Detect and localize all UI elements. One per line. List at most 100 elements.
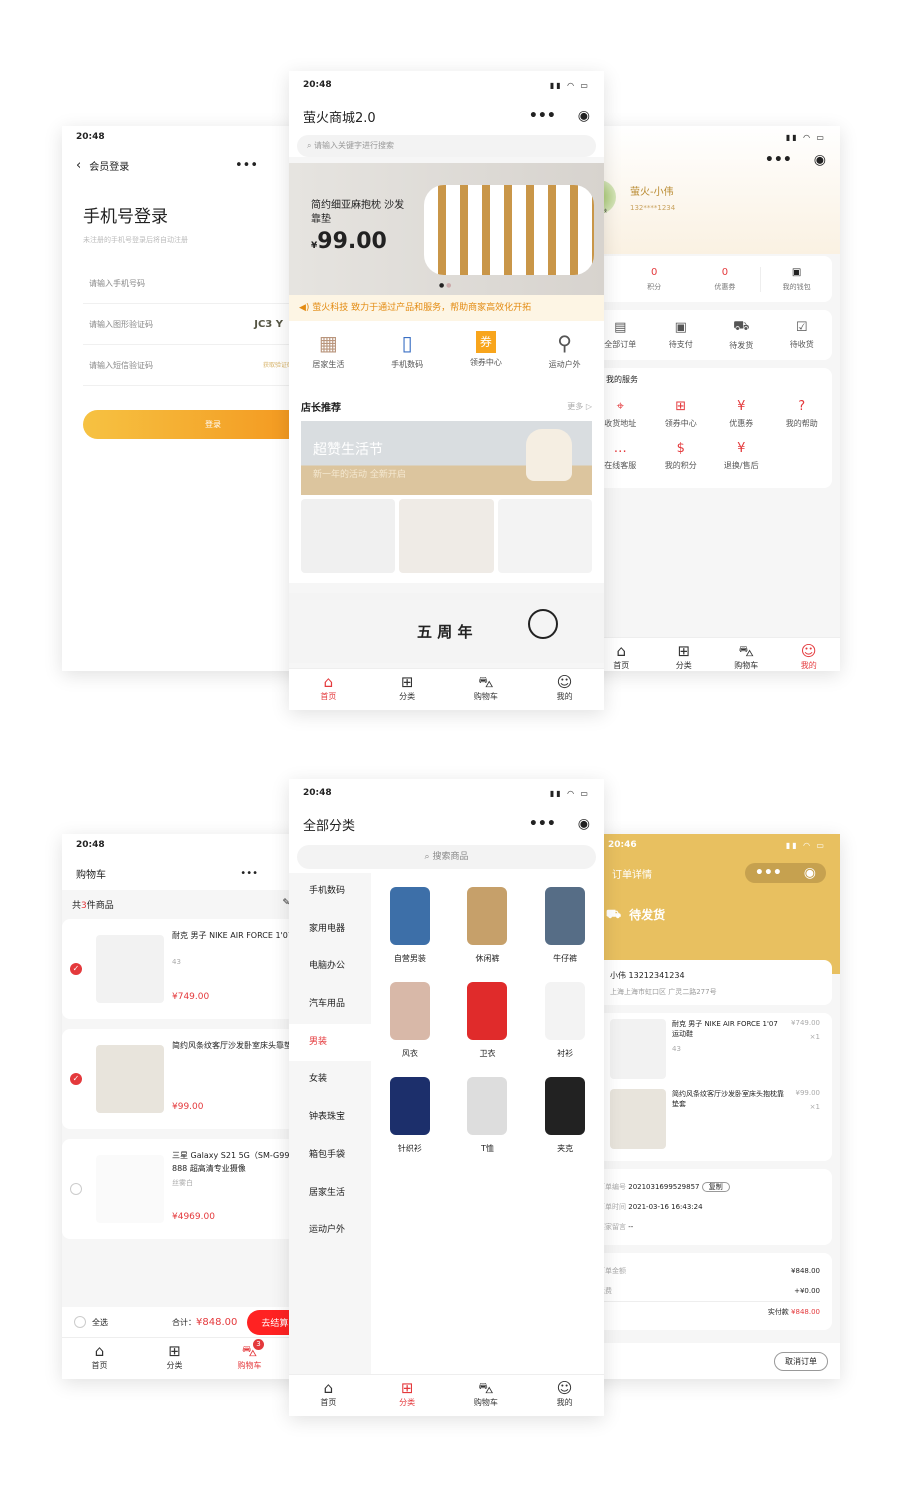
tab-category[interactable]: ⊞ 分类 (653, 638, 716, 671)
more-icon[interactable]: ••• (529, 816, 556, 832)
product-tile[interactable]: 自营男装 (371, 887, 449, 964)
pending-shipment[interactable]: ⛟ 待发货 (711, 319, 772, 351)
stat-points[interactable]: 0 积分 (619, 267, 690, 292)
speaker-icon: ◀) (299, 303, 313, 313)
notice-bar[interactable]: ◀) 萤火科技 致力于通过产品和服务，帮助商家高效化开拓 (289, 295, 604, 321)
tab-category[interactable]: ⊞ 分类 (137, 1338, 212, 1379)
more-icon[interactable]: ••• (240, 868, 258, 879)
tab-mine[interactable]: ☺我的 (525, 669, 604, 710)
nav-title: 会员登录 (89, 161, 130, 173)
paid-amount: ¥848.00 (791, 1308, 820, 1316)
product-blender[interactable] (301, 499, 396, 573)
search-input[interactable]: ⌕ 搜索商品 (297, 845, 596, 869)
item-checkbox[interactable]: ✓ (70, 1073, 82, 1085)
product-tile[interactable]: 风衣 (371, 982, 449, 1059)
more-icon[interactable]: ••• (235, 158, 258, 173)
sidebar-item[interactable]: 手机数码 (289, 873, 371, 911)
service-coupons[interactable]: ¥ 优惠券 (711, 399, 772, 429)
captcha-image[interactable]: JC3 Y (254, 304, 283, 344)
select-all-checkbox[interactable] (74, 1316, 86, 1328)
hero-banner[interactable]: 简约细亚麻抱枕 沙发靠垫 ¥99.00 ● ● (289, 163, 604, 295)
service-help[interactable]: ? 我的帮助 (772, 399, 833, 429)
grid-icon: ⊞ (677, 642, 691, 660)
category-home-living[interactable]: ▦ 居家生活 (289, 331, 368, 389)
category-coupons[interactable]: 券领券中心 (447, 331, 526, 389)
sidebar-item[interactable]: 家用电器 (289, 911, 371, 949)
product-tile[interactable]: 牛仔裤 (526, 887, 604, 964)
service-points[interactable]: $ 我的积分 (651, 441, 712, 471)
back-icon[interactable]: ‹ (76, 158, 81, 173)
close-target-icon[interactable]: ◉ (804, 865, 816, 881)
category-outdoor[interactable]: ⚲ 运动户外 (525, 331, 604, 389)
product-tile[interactable]: 针织衫 (371, 1077, 449, 1154)
more-link[interactable]: 更多 ▷ (567, 401, 592, 412)
category-phones[interactable]: ▯ 手机数码 (368, 331, 447, 389)
status-icons: ▮▮ ◠ ▭ (785, 132, 826, 142)
search-input[interactable]: ⌕ 请输入关键字进行搜索 (297, 135, 596, 157)
product-label: 针织衫 (397, 1144, 422, 1153)
box-check-icon: ☑ (795, 320, 808, 335)
product-tile[interactable]: 夹克 (526, 1077, 604, 1154)
address: 上海上海市虹口区 广灵二路277号 (610, 988, 717, 996)
close-target-icon[interactable]: ◉ (578, 108, 590, 124)
service-refund[interactable]: ¥ 退换/售后 (711, 441, 772, 471)
product-slippers[interactable] (399, 499, 494, 573)
tab-cart[interactable]: ⛍ 购物车 (715, 638, 778, 671)
stat-coupons[interactable]: 0 优惠券 (690, 267, 761, 292)
tab-mine[interactable]: ☺我的 (778, 638, 841, 671)
product-image (545, 1077, 586, 1135)
service-coupon-center[interactable]: ⊞ 领券中心 (651, 399, 712, 429)
more-icon[interactable]: ••• (765, 152, 792, 168)
tab-category[interactable]: ⊞ 分类 (368, 1375, 447, 1416)
sidebar-item[interactable]: 居家生活 (289, 1175, 371, 1213)
tab-home[interactable]: ⌂ 首页 (289, 669, 368, 710)
pending-payment[interactable]: ▣ 待支付 (651, 320, 712, 350)
more-icon[interactable]: ••• (755, 865, 782, 881)
tab-cart[interactable]: ⛍ 购物车 (447, 1375, 526, 1416)
sidebar-item[interactable]: 运动户外 (289, 1212, 371, 1250)
promo-banner[interactable]: 超赞生活节 新一年的活动 全新开启 (301, 421, 592, 495)
sidebar-item[interactable]: 电脑办公 (289, 948, 371, 986)
item-checkbox[interactable] (70, 1183, 82, 1195)
more-icon[interactable]: ••• (529, 108, 556, 124)
product-image[interactable] (96, 1155, 164, 1223)
banner-title: 简约细亚麻抱枕 沙发靠垫 (311, 200, 405, 225)
product-image (389, 1077, 430, 1135)
product-tile[interactable]: 衬衫 (526, 982, 604, 1059)
cart-truck-icon: ⛟ (606, 906, 622, 921)
home-icon: ⌂ (323, 673, 334, 691)
tab-mine[interactable]: ☺我的 (525, 1375, 604, 1416)
cancel-order-button[interactable]: 取消订单 (774, 1351, 828, 1371)
product-tile[interactable]: T恤 (449, 1077, 527, 1154)
page-title: 全部分类 (303, 818, 356, 834)
select-all-label: 全选 (92, 1317, 108, 1327)
carousel-dots[interactable]: ● ● (439, 282, 451, 289)
sidebar-item[interactable]: 钟表珠宝 (289, 1099, 371, 1137)
wallet-button[interactable]: ▣ 我的钱包 (760, 266, 832, 292)
sidebar-item[interactable]: 箱包手袋 (289, 1137, 371, 1175)
product-price: ¥4969.00 (172, 1212, 215, 1222)
product-image[interactable] (96, 1045, 164, 1113)
item-checkbox[interactable]: ✓ (70, 963, 82, 975)
order-status: 待发货 (629, 908, 666, 922)
product-tile[interactable]: 卫衣 (449, 982, 527, 1059)
sidebar-item[interactable]: 男装 (289, 1023, 371, 1062)
product-image[interactable] (96, 935, 164, 1003)
capsule-menu: ••• ◉ (744, 863, 826, 883)
tab-home[interactable]: ⌂ 首页 (62, 1338, 137, 1379)
close-target-icon[interactable]: ◉ (578, 816, 590, 832)
tab-cart[interactable]: ⛍ 购物车 (447, 669, 526, 710)
tab-category[interactable]: ⊞ 分类 (368, 669, 447, 710)
tab-cart[interactable]: ⛍ 购物车 3 (212, 1338, 287, 1379)
product-tile[interactable]: 休闲裤 (449, 887, 527, 964)
product-image (467, 887, 508, 945)
pending-receipt[interactable]: ☑ 待收货 (772, 320, 833, 350)
product-glass-bowl[interactable] (497, 499, 592, 573)
tab-home[interactable]: ⌂ 首页 (289, 1375, 368, 1416)
sidebar-item[interactable]: 汽车用品 (289, 986, 371, 1024)
close-target-icon[interactable]: ◉ (814, 152, 826, 168)
banner-price: 99.00 (317, 229, 387, 254)
copy-button[interactable]: 复制 (701, 1182, 730, 1192)
sidebar-item[interactable]: 女装 (289, 1061, 371, 1099)
anniversary-banner[interactable]: 五 周 年 (289, 593, 604, 663)
